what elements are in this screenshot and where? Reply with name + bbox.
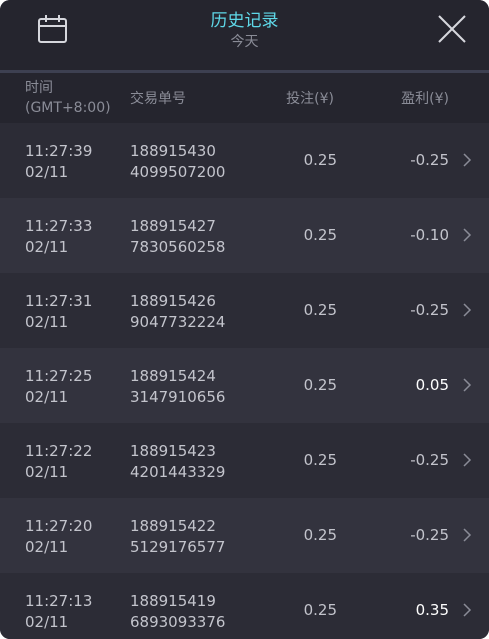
row-time: 11:27:22 02/11	[25, 442, 93, 481]
row-bet: 0.25	[303, 526, 337, 544]
row-profit: -0.25	[410, 451, 449, 469]
history-panel: 历史记录 今天 时间 (GMT+8:00) 交易单号 投注(¥) 盈利(¥) 1…	[0, 0, 489, 639]
history-row[interactable]: 11:27:20 02/11 188915422 5129176577 0.25 -…	[0, 498, 489, 573]
row-order-id: 188915423 4201443329	[130, 442, 226, 481]
chevron-right-icon	[462, 302, 472, 318]
row-time: 11:27:39 02/11	[25, 142, 93, 181]
row-profit: 0.35	[415, 601, 449, 619]
col-bet: 投注(¥)	[286, 91, 334, 107]
history-row[interactable]: 11:27:13 02/11 188915419 6893093376 0.25 0…	[0, 573, 489, 639]
row-time: 11:27:31 02/11	[25, 292, 93, 331]
col-order: 交易单号	[130, 91, 186, 107]
row-bet: 0.25	[303, 301, 337, 319]
row-profit: 0.05	[415, 376, 449, 394]
chevron-right-icon	[462, 227, 472, 243]
title-group: 历史记录 今天	[0, 10, 489, 52]
history-row[interactable]: 11:27:31 02/11 188915426 9047732224 0.25 -…	[0, 273, 489, 348]
close-icon[interactable]	[435, 12, 469, 46]
chevron-right-icon	[462, 452, 472, 468]
history-list: 11:27:39 02/11 188915430 4099507200 0.25 -…	[0, 123, 489, 639]
row-bet: 0.25	[303, 151, 337, 169]
chevron-right-icon	[462, 152, 472, 168]
history-row[interactable]: 11:27:33 02/11 188915427 7830560258 0.25 -…	[0, 198, 489, 273]
row-profit: -0.25	[410, 526, 449, 544]
row-order-id: 188915419 6893093376	[130, 592, 226, 631]
row-bet: 0.25	[303, 226, 337, 244]
row-order-id: 188915424 3147910656	[130, 367, 226, 406]
col-time-label: 时间	[25, 80, 53, 96]
row-profit: -0.25	[410, 301, 449, 319]
row-time: 11:27:25 02/11	[25, 367, 93, 406]
col-profit: 盈利(¥)	[401, 91, 449, 107]
chevron-right-icon	[462, 602, 472, 618]
column-header: 时间 (GMT+8:00) 交易单号 投注(¥) 盈利(¥)	[0, 73, 489, 123]
chevron-right-icon	[462, 527, 472, 543]
row-time: 11:27:20 02/11	[25, 517, 93, 556]
header: 历史记录 今天	[0, 0, 489, 70]
row-time: 11:27:33 02/11	[25, 217, 93, 256]
history-row[interactable]: 11:27:22 02/11 188915423 4201443329 0.25 -…	[0, 423, 489, 498]
row-bet: 0.25	[303, 601, 337, 619]
col-timezone-label: (GMT+8:00)	[25, 100, 111, 116]
row-time: 11:27:13 02/11	[25, 592, 93, 631]
row-bet: 0.25	[303, 376, 337, 394]
row-order-id: 188915422 5129176577	[130, 517, 226, 556]
row-bet: 0.25	[303, 451, 337, 469]
col-time: 时间 (GMT+8:00)	[25, 78, 111, 118]
row-order-id: 188915426 9047732224	[130, 292, 226, 331]
page-subtitle: 今天	[230, 34, 259, 50]
page-title: 历史记录	[210, 11, 279, 31]
chevron-right-icon	[462, 377, 472, 393]
row-order-id: 188915427 7830560258	[130, 217, 226, 256]
row-profit: -0.10	[410, 226, 449, 244]
row-order-id: 188915430 4099507200	[130, 142, 226, 181]
history-row[interactable]: 11:27:39 02/11 188915430 4099507200 0.25 -…	[0, 123, 489, 198]
row-profit: -0.25	[410, 151, 449, 169]
history-row[interactable]: 11:27:25 02/11 188915424 3147910656 0.25 0…	[0, 348, 489, 423]
